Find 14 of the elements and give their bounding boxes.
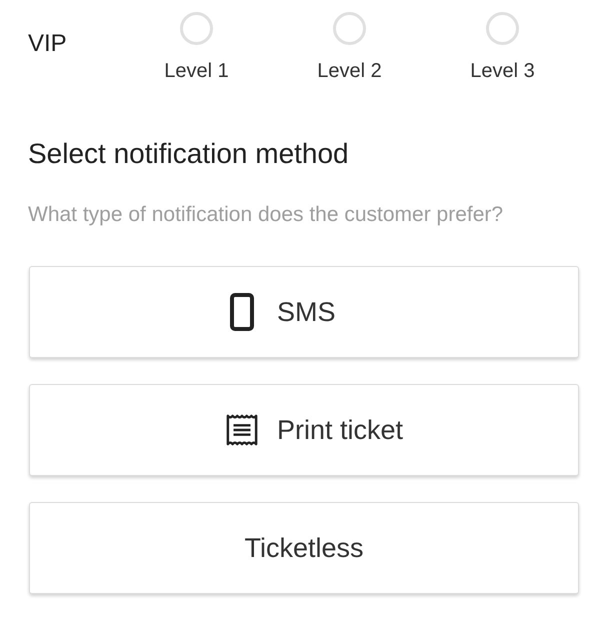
mobile-phone-icon — [230, 293, 254, 331]
vip-label: VIP — [28, 29, 68, 59]
level-label: Level 3 — [470, 59, 535, 84]
radio-button[interactable] — [180, 12, 213, 45]
level-label: Level 1 — [164, 59, 229, 84]
radio-button[interactable] — [486, 12, 519, 45]
notification-option-button[interactable]: Print ticket — [29, 384, 579, 476]
section-description: What type of notification does the customer prefer? — [28, 202, 504, 228]
section-heading: Select notification method — [28, 138, 350, 170]
notification-option-button[interactable]: Ticketless — [29, 502, 579, 594]
receipt-icon — [226, 413, 258, 447]
radio-button[interactable] — [333, 12, 366, 45]
level-label: Level 2 — [317, 59, 382, 84]
notification-option-button[interactable]: SMS — [29, 266, 579, 358]
